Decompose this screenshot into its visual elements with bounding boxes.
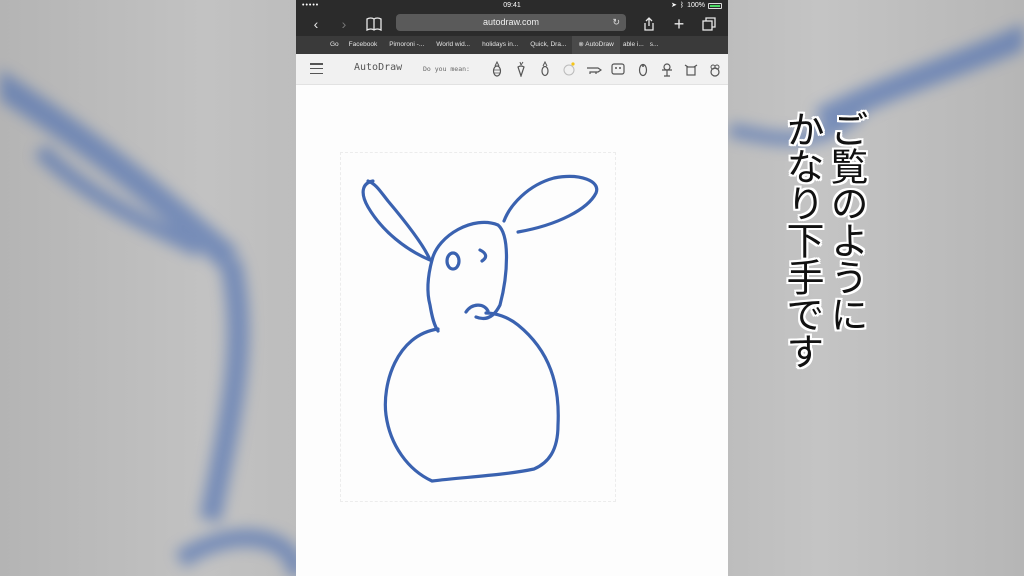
back-icon[interactable]: ‹ — [306, 12, 326, 36]
tablet-screen: ••••• 09:41 ➤ ᛒ 100% ‹ › autodraw.com ↻ … — [296, 0, 728, 576]
left-ear-stroke — [361, 179, 432, 262]
drawing-canvas[interactable] — [296, 85, 728, 576]
bear-icon[interactable] — [659, 61, 675, 77]
right-ear-stroke — [502, 174, 599, 234]
rhino-icon[interactable] — [586, 61, 602, 77]
autodraw-toolbar: AutoDraw Do you mean: — [296, 54, 728, 85]
bluetooth-icon: ᛒ — [679, 2, 685, 9]
tab-0[interactable]: Go — [296, 36, 343, 54]
caption-column-right: ご覧のように — [824, 110, 868, 332]
app-title: AutoDraw — [354, 62, 403, 73]
owl-icon[interactable] — [707, 61, 723, 77]
menu-icon[interactable] — [310, 63, 323, 75]
carrot-icon[interactable] — [513, 61, 529, 77]
tab-4[interactable]: holidays in... — [476, 36, 524, 54]
tab-5[interactable]: Quick, Dra... — [524, 36, 572, 54]
bunny-drawing — [361, 174, 599, 483]
tab-bar: Go Facebook Pimoroni -... World wid... h… — [296, 36, 728, 54]
share-icon[interactable] — [639, 12, 659, 36]
tab-8[interactable]: s... — [647, 36, 662, 54]
robot-icon[interactable] — [683, 61, 699, 77]
tab-2[interactable]: Pimoroni -... — [383, 36, 430, 54]
penguin-icon[interactable] — [635, 61, 651, 77]
nose-stroke — [464, 303, 490, 314]
caption-column-left: かなり下手です — [780, 110, 824, 369]
battery-status: ➤ ᛒ 100% — [671, 0, 722, 12]
status-bar: ••••• 09:41 ➤ ᛒ 100% — [296, 0, 728, 12]
eye-stroke — [445, 251, 461, 271]
tab-7[interactable]: able i... — [620, 36, 647, 54]
pineapple-icon[interactable] — [489, 61, 505, 77]
battery-icon — [708, 3, 722, 9]
location-icon: ➤ — [671, 2, 677, 9]
mask-icon[interactable] — [610, 61, 626, 77]
bookmarks-icon[interactable] — [364, 12, 384, 36]
tab-6-active[interactable]: ⊗ AutoDraw — [572, 36, 620, 54]
body-stroke — [383, 311, 560, 483]
tab-3[interactable]: World wid... — [430, 36, 476, 54]
reload-icon[interactable]: ↻ — [612, 14, 620, 31]
face-icon[interactable] — [561, 61, 577, 77]
head-stroke — [430, 220, 509, 321]
suggestion-prompt: Do you mean: — [423, 65, 470, 73]
clock: 09:41 — [503, 2, 521, 9]
address-bar[interactable]: autodraw.com ↻ — [396, 14, 626, 31]
tabs-icon[interactable] — [699, 12, 719, 36]
pineapple-icon[interactable] — [537, 61, 553, 77]
url-text: autodraw.com — [482, 17, 540, 27]
new-tab-icon[interactable]: + — [669, 12, 689, 36]
head-left-stroke — [426, 258, 440, 333]
tab-1[interactable]: Facebook — [343, 36, 384, 54]
forward-icon[interactable]: › — [334, 12, 354, 36]
browser-toolbar: ‹ › autodraw.com ↻ + — [296, 12, 728, 36]
battery-percent: 100% — [687, 2, 705, 9]
eye-right-stroke — [478, 248, 488, 263]
